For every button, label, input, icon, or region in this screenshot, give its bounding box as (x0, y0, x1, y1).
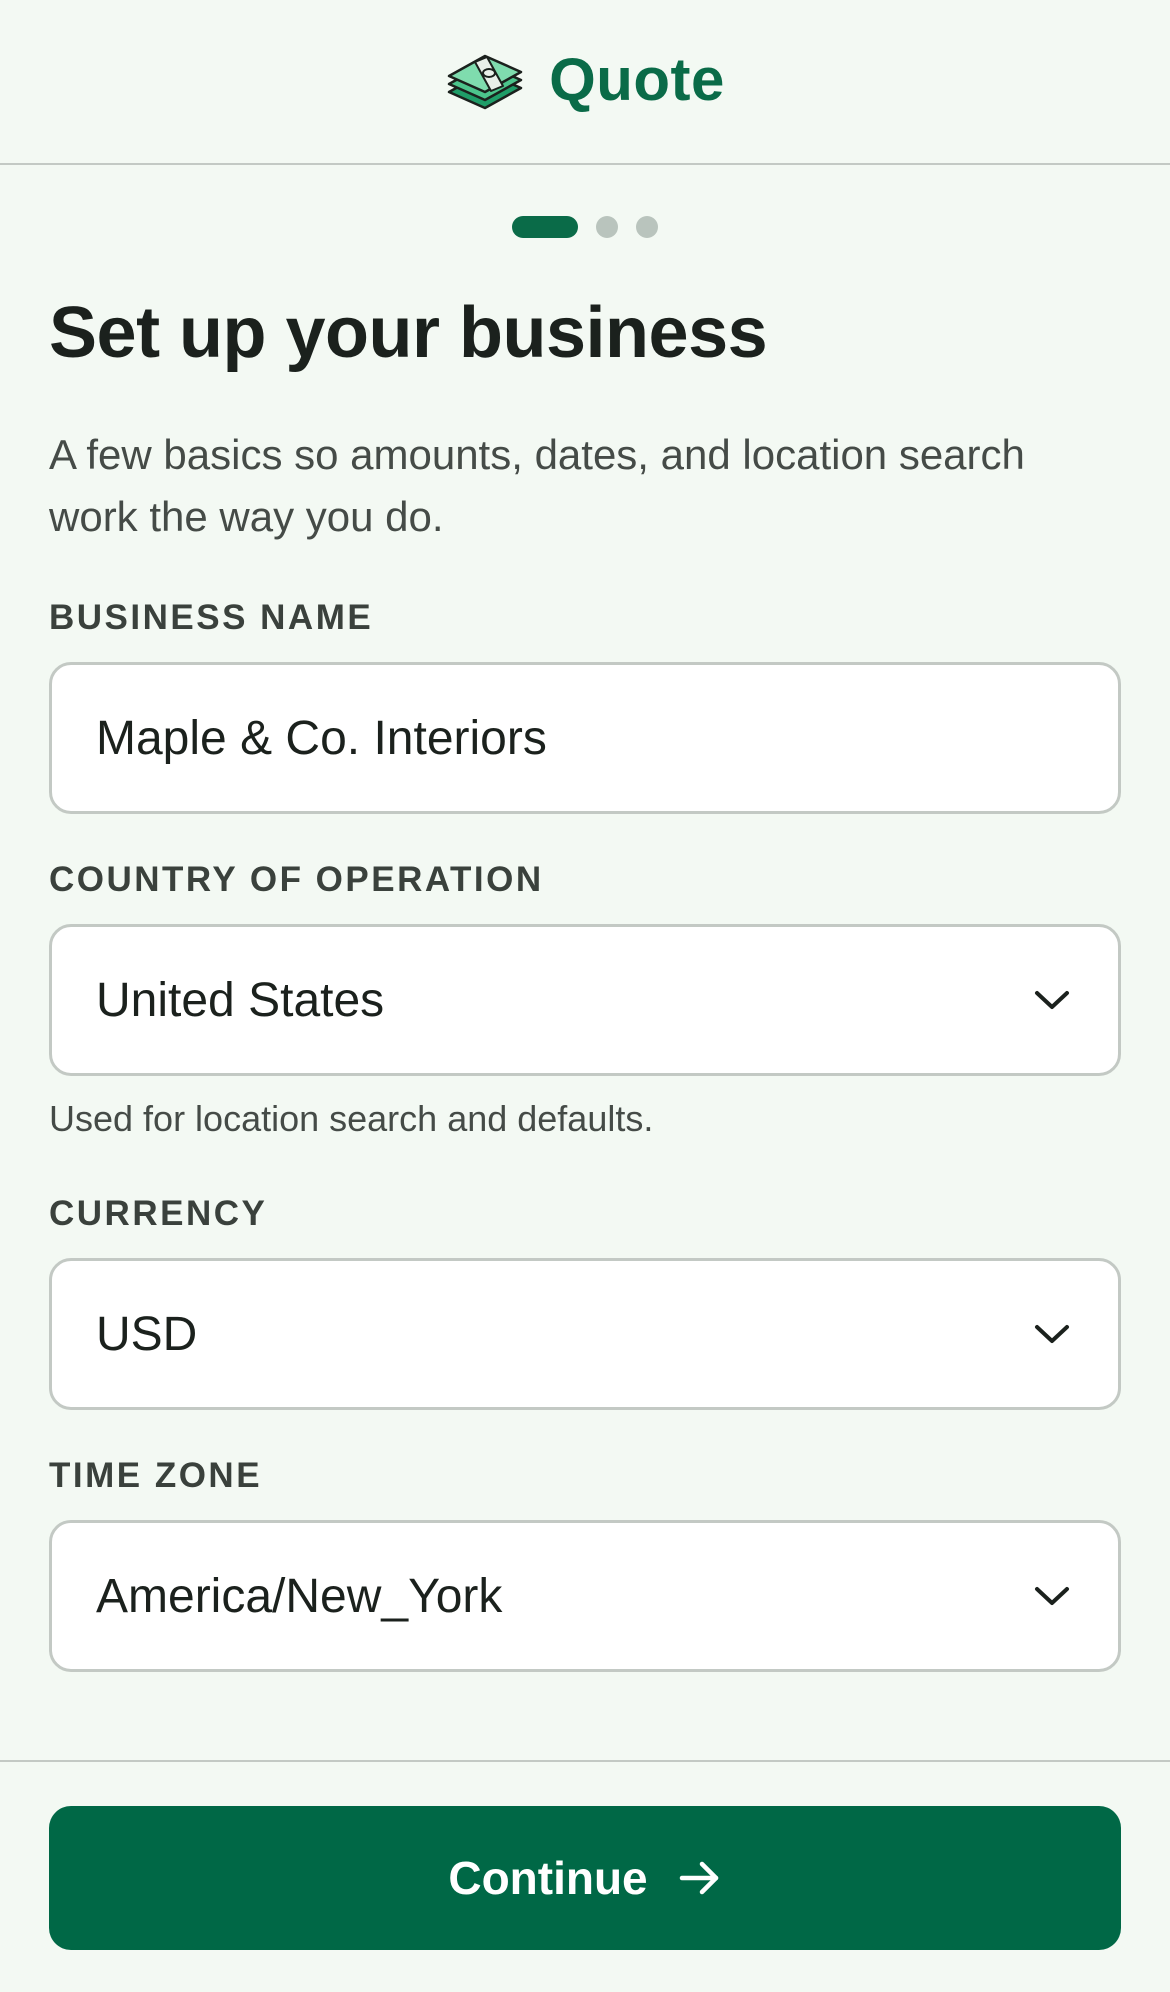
time-zone-select[interactable]: America/New_York (49, 1520, 1121, 1673)
country-select[interactable]: United States (49, 924, 1121, 1077)
step-indicator (596, 216, 618, 238)
arrow-right-icon (679, 1861, 718, 1895)
step-indicator-active (512, 216, 578, 238)
app-header: Quote (0, 0, 1170, 165)
time-zone-label: TIME ZONE (49, 1456, 263, 1496)
country-helper-text: Used for location search and defaults. (49, 1098, 654, 1140)
brand-name: Quote (549, 46, 725, 113)
chevron-down-icon (1035, 1587, 1069, 1606)
currency-label: CURRENCY (49, 1194, 268, 1234)
time-zone-group: TIME ZONE America/New_York (49, 1456, 1121, 1673)
money-stack-icon (447, 54, 523, 109)
page-title: Set up your business (49, 293, 768, 373)
page-subtitle: A few basics so amounts, dates, and loca… (49, 431, 1025, 541)
business-name-label: BUSINESS NAME (49, 598, 374, 638)
chevron-down-icon (1035, 1325, 1069, 1344)
setup-form: Set up your business A few basics so amo… (49, 290, 1121, 1673)
country-value: United States (96, 973, 385, 1027)
brand: Quote (445, 45, 725, 114)
continue-button[interactable]: Continue (49, 1806, 1121, 1950)
chevron-down-icon (1035, 991, 1069, 1010)
currency-select[interactable]: USD (49, 1258, 1121, 1411)
country-group: COUNTRY OF OPERATION United States Used … (49, 860, 1121, 1140)
step-indicator (636, 216, 658, 238)
business-name-value: Maple & Co. Interiors (96, 711, 547, 765)
business-name-group: BUSINESS NAME Maple & Co. Interiors (49, 598, 1121, 815)
currency-value: USD (96, 1307, 198, 1361)
country-label: COUNTRY OF OPERATION (49, 860, 544, 900)
business-name-input[interactable]: Maple & Co. Interiors (49, 662, 1121, 815)
footer-divider (0, 1760, 1170, 1762)
time-zone-value: America/New_York (96, 1569, 503, 1623)
progress-stepper (0, 216, 1170, 238)
continue-label: Continue (448, 1852, 648, 1904)
currency-group: CURRENCY USD (49, 1194, 1121, 1411)
